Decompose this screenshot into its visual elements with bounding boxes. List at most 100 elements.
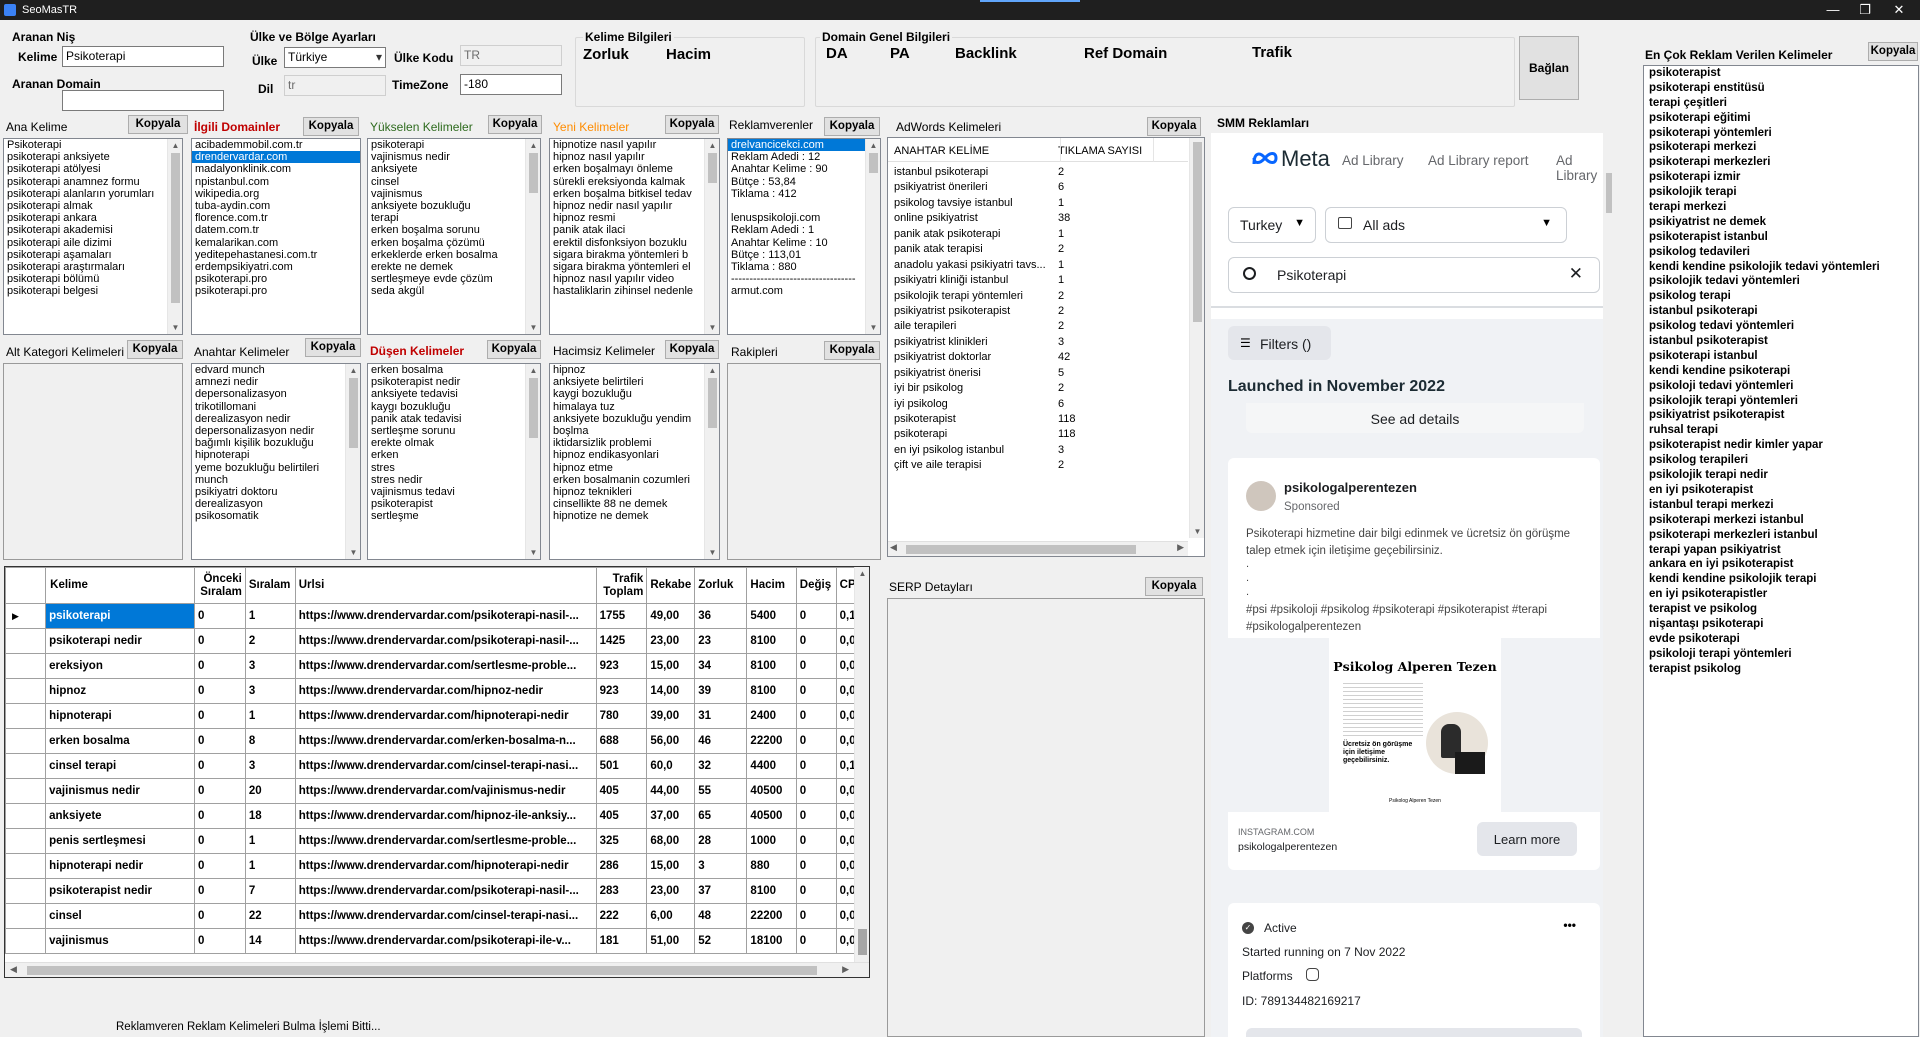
list-item[interactable]: psikoterapi.pro	[192, 273, 360, 285]
table-cell[interactable]: https://www.drendervardar.com/sertlesme-…	[294, 653, 597, 679]
grid-header-cell[interactable]: Değiş	[795, 567, 837, 604]
list-item[interactable]: erdempsikiyatri.com	[192, 261, 360, 273]
table-cell[interactable]: https://www.drendervardar.com/psikoterap…	[294, 878, 597, 904]
table-cell[interactable]: 405	[595, 803, 648, 829]
list-item[interactable]: anksiyete bozukluğu yendim	[550, 413, 719, 425]
table-cell[interactable]: ereksiyon	[45, 653, 196, 679]
table-cell[interactable]: 880	[746, 853, 797, 879]
table-cell[interactable]: https://www.drendervardar.com/cinsel-ter…	[294, 753, 597, 779]
more-options-icon[interactable]: •••	[1563, 918, 1576, 932]
list-item[interactable]: Bütçe : 53,84	[728, 176, 880, 188]
table-cell[interactable]: 2	[244, 628, 296, 654]
filters-button[interactable]: ☰ Filters ()	[1228, 326, 1331, 360]
list-item[interactable]: ----------------------------------	[728, 273, 880, 285]
table-cell[interactable]: cinsel terapi	[45, 753, 196, 779]
list-item[interactable]: psikoterapist	[1644, 66, 1918, 81]
list-item[interactable]: derealizasyon	[192, 498, 360, 510]
scrollbar[interactable]: ▲ ▼	[345, 364, 360, 559]
list-item[interactable]: panik atak ilaci	[550, 224, 719, 236]
yukselen-kopyala-button[interactable]: Kopyala	[488, 115, 542, 134]
table-cell[interactable]: 23	[694, 628, 748, 654]
list-item[interactable]: psikoterapist istanbul	[1644, 230, 1918, 245]
list-item[interactable]: armut.com	[728, 285, 880, 297]
list-item[interactable]: psikoterapi atölyesi	[4, 163, 182, 175]
list-item[interactable]: erken boşalma bitkisel tedav	[550, 188, 719, 200]
list-item[interactable]: psikolojik terapi nedir	[1644, 468, 1918, 483]
table-cell[interactable]: 39,00	[646, 703, 696, 729]
ilgili-domainler-list[interactable]: acibademmobil.com.tr drendervardar.com mad…	[191, 138, 361, 335]
table-cell[interactable]: 15,00	[646, 853, 696, 879]
list-item[interactable]: npistanbul.com	[192, 176, 360, 188]
list-item[interactable]: kemalarikan.com	[192, 237, 360, 249]
table-cell[interactable]: 0	[795, 603, 837, 629]
grid-header-cell[interactable]: Önceki Sıralam	[194, 567, 246, 604]
list-item[interactable]: cinsel	[368, 176, 540, 188]
row-header[interactable]	[5, 903, 47, 929]
list-item[interactable]: vajinismus nedir	[368, 151, 540, 163]
adwords-row[interactable]: psikolojik terapi yöntemleri 2	[888, 289, 1188, 304]
table-cell[interactable]: 286	[595, 853, 648, 879]
adwords-table[interactable]: ANAHTAR KELİME TIKLAMA SAYISI istanbul p…	[887, 137, 1205, 557]
table-cell[interactable]: 23,00	[646, 628, 696, 654]
list-item[interactable]: trikotillomani	[192, 401, 360, 413]
list-item[interactable]: en iyi psikoterapist	[1644, 483, 1918, 498]
table-cell[interactable]: 325	[595, 828, 648, 854]
table-cell[interactable]: cinsel	[45, 903, 196, 929]
scrollbar[interactable]: ▲ ▼	[865, 139, 880, 334]
list-item[interactable]: datem.com.tr	[192, 224, 360, 236]
table-cell[interactable]: 36	[694, 603, 748, 629]
learn-more-button[interactable]: Learn more	[1477, 822, 1577, 856]
list-item[interactable]: madalyonklinik.com	[192, 163, 360, 175]
adwords-row[interactable]: psikiyatrist doktorlar 42	[888, 350, 1188, 365]
table-cell[interactable]: 56,00	[646, 728, 696, 754]
ana-kelime-kopyala-button[interactable]: Kopyala	[128, 115, 188, 134]
table-cell[interactable]: https://www.drendervardar.com/hipnoz-ile…	[294, 803, 597, 829]
list-item[interactable]: psikoterapi bölümü	[4, 273, 182, 285]
list-item[interactable]: kendi kendine psikoterapi	[1644, 364, 1918, 379]
list-item[interactable]: cinsellikte 88 ne demek	[550, 498, 719, 510]
list-item[interactable]: anksiyete tedavisi	[368, 388, 540, 400]
list-item[interactable]: erken bosalma	[368, 364, 540, 376]
reklam-kelimeler-kopyala-button[interactable]: Kopyala	[1868, 42, 1918, 61]
table-cell[interactable]: 65	[694, 803, 748, 829]
table-cell[interactable]: 4400	[746, 753, 797, 779]
list-item[interactable]: psikoterapist nedir	[368, 376, 540, 388]
dusen-list[interactable]: erken bosalma psikoterapist nedir anksiyet…	[367, 363, 541, 560]
list-item[interactable]: erken boşalma çözümü	[368, 237, 540, 249]
list-item[interactable]: lenuspsikoloji.com	[728, 212, 880, 224]
table-cell[interactable]: https://www.drendervardar.com/cinsel-ter…	[294, 903, 597, 929]
table-row[interactable]: hipnoterapi nedir 0 1 https://www.drenderva…	[5, 853, 869, 879]
list-item[interactable]: depersonalizasyon	[192, 388, 360, 400]
ulke-kodu-input[interactable]: TR	[460, 45, 562, 66]
table-cell[interactable]: https://www.drendervardar.com/vajinismus…	[294, 778, 597, 804]
table-cell[interactable]: 49,00	[646, 603, 696, 629]
list-item[interactable]: nişantaşı psikoterapi	[1644, 617, 1918, 632]
row-header[interactable]: ▶	[5, 603, 47, 629]
table-row[interactable]: ▶ psikoterapi 0 1 https://www.drendervardar.…	[5, 603, 869, 629]
serp-detay-panel[interactable]	[887, 598, 1205, 1037]
table-cell[interactable]: psikoterapi nedir	[45, 628, 196, 654]
row-header[interactable]	[5, 828, 47, 854]
table-row[interactable]: cinsel 0 22 https://www.drendervardar.com/c…	[5, 903, 869, 929]
table-cell[interactable]: 0	[194, 778, 246, 804]
list-item[interactable]: stres	[368, 462, 540, 474]
table-cell[interactable]: https://www.drendervardar.com/sertlesme-…	[294, 828, 597, 854]
table-cell[interactable]: 18100	[746, 928, 797, 954]
advertiser-name[interactable]: psikologalperentezen	[1284, 480, 1417, 495]
list-item[interactable]: wikipedia.org	[192, 188, 360, 200]
list-item[interactable]: vajinismus tedavi	[368, 486, 540, 498]
domain-input[interactable]	[62, 90, 224, 111]
table-cell[interactable]: 0	[795, 778, 837, 804]
table-cell[interactable]: 0	[194, 928, 246, 954]
row-header[interactable]	[5, 678, 47, 704]
list-item[interactable]: psikoterapi.pro	[192, 285, 360, 297]
table-cell[interactable]: 181	[595, 928, 648, 954]
list-item[interactable]: terapi merkezi	[1644, 200, 1918, 215]
list-item[interactable]: psikoterapi merkezleri	[1644, 155, 1918, 170]
grid-header-cell[interactable]: Sıralam	[244, 567, 296, 604]
adwords-row[interactable]: psikoterapist 118	[888, 412, 1188, 427]
scrollbar-thumb[interactable]	[1606, 173, 1612, 213]
list-item[interactable]: erektil disfonksiyon bozuklu	[550, 237, 719, 249]
table-cell[interactable]: 52	[694, 928, 748, 954]
adwords-row[interactable]: iyi bir psikolog 2	[888, 381, 1188, 396]
